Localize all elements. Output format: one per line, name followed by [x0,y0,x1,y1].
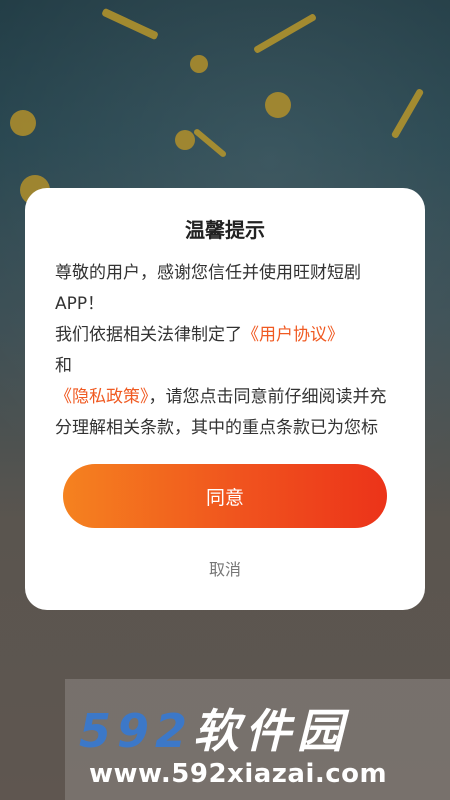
coin-decoration [10,110,36,136]
confetti-decoration [390,87,425,140]
dialog-agreement-text: 我们依据相关法律制定了《用户协议》和《隐私政策》，请您点击同意前仔细阅读并充分理… [55,320,395,446]
dialog-content[interactable]: 尊敬的用户，感谢您信任并使用旺财短剧APP！ 我们依据相关法律制定了《用户协议》… [55,258,395,446]
privacy-policy-link[interactable]: 《隐私政策》 [55,387,149,407]
coin-decoration [175,130,195,150]
agreement-prefix-text: 我们依据相关法律制定了 [55,325,242,345]
user-agreement-link[interactable]: 《用户协议》 [242,325,344,345]
cancel-button[interactable]: 取消 [25,556,425,580]
coin-decoration [190,55,208,73]
privacy-consent-dialog: 温馨提示 尊敬的用户，感谢您信任并使用旺财短剧APP！ 我们依据相关法律制定了《… [25,188,425,610]
dialog-title: 温馨提示 [185,218,265,242]
confetti-decoration [252,12,318,55]
watermark-logo: 592软件园 [79,695,349,761]
dialog-greeting-text: 尊敬的用户，感谢您信任并使用旺财短剧APP！ [55,263,361,314]
watermark-logo-number: 592 [79,704,194,758]
watermark-logo-text: 软件园 [193,704,350,758]
coin-decoration [265,92,291,118]
agreement-and-text: 和 [55,356,72,376]
watermark-url: www.592xiazai.com [89,759,388,789]
confetti-decoration [192,127,228,159]
agree-button[interactable]: 同意 [63,464,387,528]
site-watermark: 592软件园 www.592xiazai.com [65,679,450,800]
confetti-decoration [101,7,159,41]
